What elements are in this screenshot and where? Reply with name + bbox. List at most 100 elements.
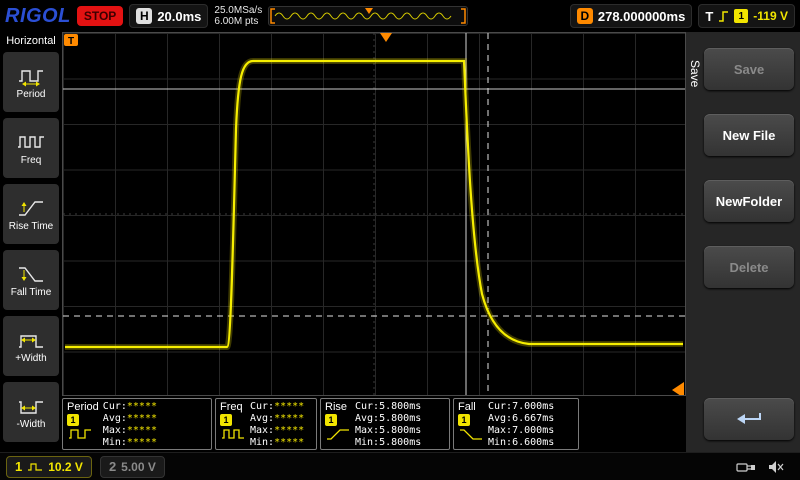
field-value: ***** [274, 425, 304, 436]
channel-number: 1 [15, 459, 22, 474]
field-value: 7.000ms [512, 401, 554, 412]
menu-item-fall-time[interactable]: Fall Time [3, 250, 59, 310]
field-label: Avg: [355, 413, 379, 424]
trigger-group: T 1 -119 V [698, 4, 795, 28]
channel-number: 2 [109, 459, 116, 474]
field-value: ***** [274, 413, 304, 424]
trigger-source-badge: 1 [734, 9, 748, 23]
channel-1-status[interactable]: 1 10.2 V [6, 456, 92, 478]
field-label: Cur: [103, 401, 127, 412]
field-value: 5.800ms [379, 425, 421, 436]
run-state-badge[interactable]: STOP [77, 6, 123, 26]
channel-badge: 1 [458, 414, 470, 426]
menu-item-plus-width[interactable]: +Width [3, 316, 59, 376]
field-label: Cur: [250, 401, 274, 412]
field-label: Max: [250, 425, 274, 436]
minus-width-icon [16, 395, 46, 417]
channel-coupling-icon [27, 462, 43, 472]
save-button[interactable]: Save [704, 48, 794, 90]
measurement-field: Avg:***** [103, 413, 157, 425]
field-label: Avg: [103, 413, 127, 424]
horizontal-label: H [136, 8, 152, 24]
delay-value: 278.000000ms [598, 9, 685, 24]
menu-item-freq[interactable]: Freq [3, 118, 59, 178]
menu-item-period[interactable]: Period [3, 52, 59, 112]
measurement-panel-freq: Freq 1 Cur:***** Avg:***** Max:***** Min… [215, 398, 317, 450]
sample-rate: 25.0MSa/s [214, 5, 262, 16]
trigger-level-marker [672, 382, 684, 395]
right-menu: Save Save New File NewFolder Delete [686, 32, 800, 452]
measurement-field: Min:6.600ms [488, 437, 554, 449]
waveform-trace: T [63, 33, 685, 395]
measurement-field: Max:7.000ms [488, 425, 554, 437]
field-label: Avg: [488, 413, 512, 424]
field-value: ***** [127, 413, 157, 424]
field-value: ***** [127, 401, 157, 412]
field-label: Min: [250, 437, 274, 448]
field-value: ***** [274, 437, 304, 448]
field-value: ***** [127, 437, 157, 448]
field-label: Max: [488, 425, 512, 436]
fall-icon [458, 427, 484, 441]
channel-scale: 10.2 V [48, 460, 83, 474]
menu-item-rise-time[interactable]: Rise Time [3, 184, 59, 244]
measurement-panel-period: Period 1 Cur:***** Avg:***** Max:***** M… [62, 398, 212, 450]
channel-2-status[interactable]: 2 5.00 V [100, 456, 165, 478]
measurement-field: Avg:***** [250, 413, 304, 425]
menu-item-label: +Width [15, 353, 46, 364]
measurement-name: Rise [325, 401, 347, 413]
menu-item-label: -Width [17, 419, 46, 430]
measurement-panel-rise: Rise 1 Cur:5.800ms Avg:5.800ms Max:5.800… [320, 398, 450, 450]
memory-waveform-preview[interactable] [268, 6, 468, 26]
rise-icon [325, 427, 351, 441]
measurement-name: Freq [220, 401, 243, 413]
rigol-logo: RIGOL [5, 5, 71, 28]
field-value: ***** [274, 401, 304, 412]
field-label: Max: [103, 425, 127, 436]
measurement-row: Period 1 Cur:***** Avg:***** Max:***** M… [62, 396, 686, 452]
menu-item-label: Rise Time [9, 221, 53, 232]
measurement-field: Max:***** [250, 425, 304, 437]
menu-item-label: Period [17, 89, 46, 100]
field-label: Cur: [488, 401, 512, 412]
new-folder-button[interactable]: NewFolder [704, 180, 794, 222]
period-icon [67, 427, 93, 441]
acquisition-info: 25.0MSa/s 6.00M pts [214, 5, 262, 27]
field-value: 6.667ms [512, 413, 554, 424]
trigger-label: T [705, 9, 713, 24]
measurement-field: Min:***** [250, 437, 304, 449]
channel-scale: 5.00 V [121, 460, 156, 474]
return-arrow-icon [734, 411, 764, 427]
channel-badge: 1 [220, 414, 232, 426]
measurement-field: Max:***** [103, 425, 157, 437]
left-menu: Horizontal Period Freq Rise Time Fall Ti… [0, 32, 62, 452]
measurement-field: Max:5.800ms [355, 425, 421, 437]
menu-item-label: Freq [21, 155, 42, 166]
trigger-position-marker [380, 33, 392, 42]
back-button[interactable] [704, 398, 794, 440]
period-icon [16, 65, 46, 87]
freq-icon [220, 427, 246, 441]
channel-badge: 1 [67, 414, 79, 426]
field-label: Cur: [355, 401, 379, 412]
field-label: Min: [103, 437, 127, 448]
measurement-field: Cur:7.000ms [488, 401, 554, 413]
new-file-button[interactable]: New File [704, 114, 794, 156]
freq-icon [16, 131, 46, 153]
bottom-bar: 1 10.2 V 2 5.00 V [0, 452, 800, 480]
delete-button[interactable]: Delete [704, 246, 794, 288]
field-value: 5.800ms [379, 437, 421, 448]
waveform-display: T [62, 32, 686, 396]
field-value: 7.000ms [512, 425, 554, 436]
horizontal-scale-group: H 20.0ms [129, 4, 208, 28]
menu-item-minus-width[interactable]: -Width [3, 382, 59, 442]
measurement-name: Fall [458, 401, 476, 413]
field-value: 6.600ms [512, 437, 554, 448]
trigger-edge-icon [718, 9, 729, 23]
field-label: Min: [355, 437, 379, 448]
field-value: ***** [127, 425, 157, 436]
fall-time-icon [16, 263, 46, 285]
menu-item-label: Fall Time [11, 287, 52, 298]
delay-group: D 278.000000ms [570, 4, 692, 28]
measurement-field: Cur:5.800ms [355, 401, 421, 413]
